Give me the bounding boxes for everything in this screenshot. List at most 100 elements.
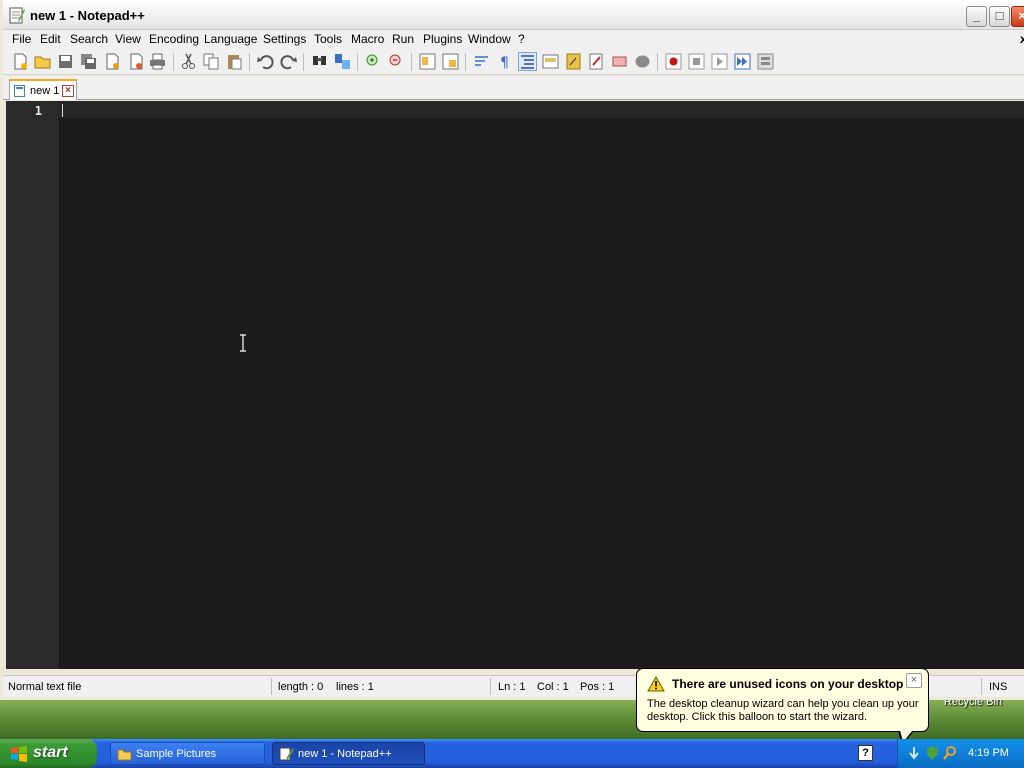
balloon-title: There are unused icons on your desktop	[672, 677, 904, 691]
clock: 4:19 PM	[968, 747, 1009, 759]
menu-bar: File Edit Search View Encoding Language …	[3, 30, 1024, 48]
status-divider	[271, 678, 272, 695]
toolbar-separator	[303, 53, 304, 71]
tab-close-icon[interactable]: ×	[62, 85, 74, 97]
user-defined-language-icon[interactable]	[542, 53, 559, 70]
current-line-highlight	[59, 101, 1024, 118]
record-macro-icon[interactable]	[665, 53, 682, 70]
menu-tools[interactable]: Tools	[314, 32, 342, 46]
playback-icon[interactable]	[711, 53, 728, 70]
status-insert-mode: INS	[989, 681, 1008, 693]
close-icon: ×	[1018, 8, 1024, 23]
search-icon[interactable]	[943, 745, 958, 761]
tab-label: new 1	[30, 85, 60, 97]
taskbar-item-label: new 1 - Notepad++	[298, 748, 392, 760]
status-ln: Ln : 1	[498, 681, 526, 693]
help-icon[interactable]: ?	[858, 745, 873, 761]
new-file-icon[interactable]	[12, 53, 29, 70]
menu-plugins[interactable]: Plugins	[423, 32, 462, 46]
menu-search[interactable]: Search	[70, 32, 108, 46]
line-number-gutter: 1	[6, 101, 59, 669]
open-file-icon[interactable]	[34, 53, 51, 70]
print-icon[interactable]	[149, 53, 166, 70]
paste-icon[interactable]	[226, 53, 243, 70]
start-button[interactable]: start	[0, 739, 97, 768]
zoom-in-icon[interactable]	[365, 53, 382, 70]
notepad-app-icon	[279, 747, 294, 761]
taskbar: start Sample Pictures new 1 - Notepad++ …	[0, 739, 1024, 768]
folder-icon	[117, 749, 132, 761]
toolbar-separator	[173, 53, 174, 71]
tab-new-1[interactable]: new 1 ×	[9, 79, 77, 100]
redo-icon[interactable]	[280, 53, 297, 70]
menu-edit[interactable]: Edit	[40, 32, 61, 46]
menu-view[interactable]: View	[115, 32, 141, 46]
taskbar-item-notepad[interactable]: new 1 - Notepad++	[272, 742, 425, 765]
warning-icon	[647, 676, 665, 692]
toolbar-separator	[411, 53, 412, 71]
notification-balloon[interactable]: There are unused icons on your desktop ×…	[636, 668, 929, 732]
maximize-button[interactable]: □	[989, 6, 1010, 27]
status-col: Col : 1	[537, 681, 569, 693]
indent-guide-icon[interactable]	[518, 52, 537, 71]
folder-as-workspace-icon[interactable]	[611, 53, 628, 70]
status-divider	[490, 678, 491, 695]
sync-vertical-icon[interactable]	[419, 53, 436, 70]
save-macro-icon[interactable]	[757, 53, 774, 70]
zoom-out-icon[interactable]	[388, 53, 405, 70]
monitoring-icon[interactable]	[634, 53, 651, 70]
title-bar[interactable]: new 1 - Notepad++ _ □ ×	[3, 0, 1024, 30]
taskbar-item-sample-pictures[interactable]: Sample Pictures	[110, 742, 265, 765]
menu-help[interactable]: ?	[518, 32, 525, 46]
toolbar-separator	[657, 53, 658, 71]
menu-settings[interactable]: Settings	[263, 32, 306, 46]
balloon-close-icon[interactable]: ×	[906, 673, 922, 688]
close-window-button[interactable]: ×	[1011, 6, 1024, 27]
show-all-characters-icon[interactable]: ¶	[496, 53, 513, 70]
status-file-type: Normal text file	[8, 681, 82, 693]
stop-recording-icon[interactable]	[688, 53, 705, 70]
toolbar-separator	[249, 53, 250, 71]
save-all-icon[interactable]	[80, 53, 97, 70]
copy-icon[interactable]	[203, 53, 220, 70]
text-editor[interactable]: 1	[6, 101, 1024, 669]
run-macro-multiple-icon[interactable]	[734, 53, 751, 70]
close-file-icon[interactable]	[104, 53, 121, 70]
minimize-button[interactable]: _	[966, 6, 987, 27]
start-label: start	[33, 744, 68, 761]
close-document-button[interactable]: x	[1020, 32, 1024, 46]
menu-run[interactable]: Run	[392, 32, 414, 46]
toolbar-separator	[357, 53, 358, 71]
ibeam-cursor-icon	[240, 334, 246, 352]
tab-bar: new 1 ×	[3, 76, 1024, 100]
menu-encoding[interactable]: Encoding	[149, 32, 199, 46]
minimize-icon: _	[972, 8, 981, 23]
undo-icon[interactable]	[257, 53, 274, 70]
sync-horizontal-icon[interactable]	[442, 53, 459, 70]
document-icon	[14, 85, 25, 97]
replace-icon[interactable]	[334, 53, 351, 70]
menu-language[interactable]: Language	[204, 32, 257, 46]
menu-window[interactable]: Window	[468, 32, 511, 46]
status-length: length : 0	[278, 681, 324, 693]
network-icon[interactable]	[907, 745, 922, 761]
taskbar-item-label: Sample Pictures	[136, 748, 217, 760]
cut-icon[interactable]	[180, 53, 197, 70]
find-icon[interactable]	[311, 53, 328, 70]
document-map-icon[interactable]	[565, 53, 582, 70]
security-shield-icon[interactable]	[925, 745, 940, 761]
windows-logo-icon	[11, 746, 27, 762]
text-caret	[62, 104, 63, 117]
notepad-window: new 1 - Notepad++ _ □ × File Edit Search…	[0, 0, 1024, 700]
status-pos: Pos : 1	[580, 681, 615, 693]
menu-file[interactable]: File	[12, 32, 31, 46]
toolbar-separator	[465, 53, 466, 71]
menu-macro[interactable]: Macro	[351, 32, 384, 46]
maximize-icon: □	[995, 8, 1004, 23]
function-list-icon[interactable]	[588, 53, 605, 70]
window-title: new 1 - Notepad++	[30, 8, 145, 23]
close-all-icon[interactable]	[127, 53, 144, 70]
save-icon[interactable]	[57, 53, 74, 70]
word-wrap-icon[interactable]	[473, 53, 490, 70]
balloon-message: The desktop cleanup wizard can help you …	[647, 698, 919, 723]
